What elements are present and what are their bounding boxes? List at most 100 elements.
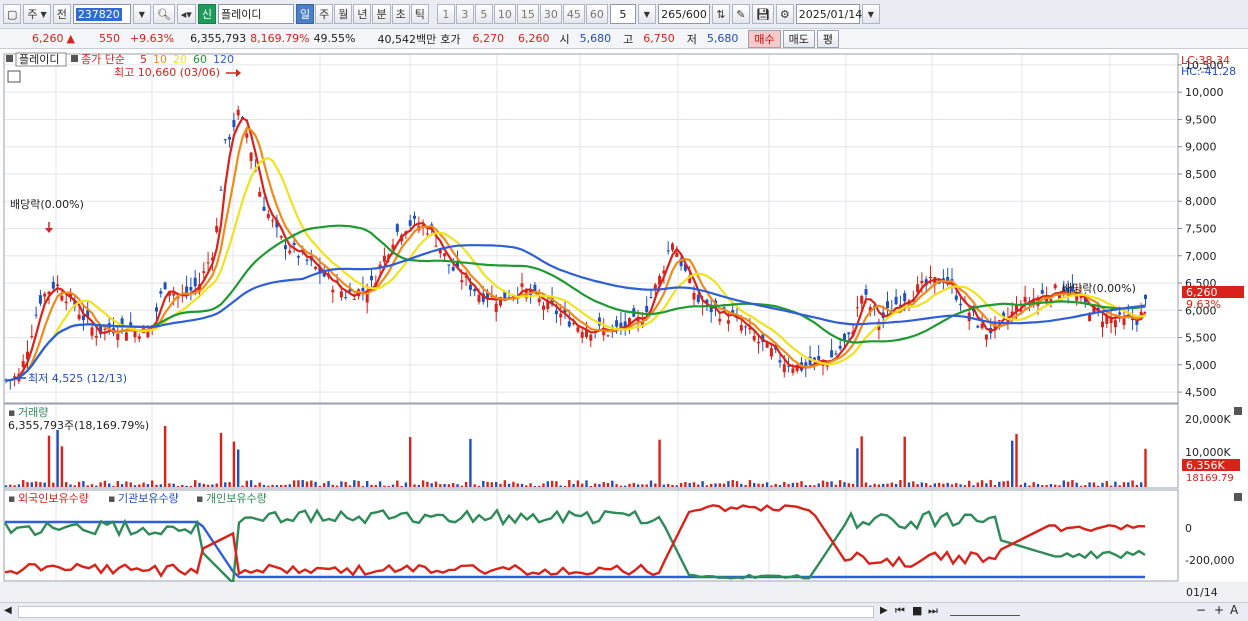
volume-bar xyxy=(56,429,59,487)
tab-tick[interactable]: 틱 xyxy=(410,4,429,24)
volume-bar xyxy=(1109,485,1113,487)
volume-bar xyxy=(335,485,339,487)
volume-bar xyxy=(146,484,150,487)
stop-icon[interactable]: ■ xyxy=(912,604,922,617)
speaker-icon[interactable]: ◂▾ xyxy=(176,4,196,24)
tab-week[interactable]: 주 xyxy=(315,4,334,24)
volume-bar xyxy=(151,480,154,487)
chart-scrollbar[interactable]: ◀ ▶ ⏮ ■ ⏭ − + A xyxy=(0,602,1248,621)
code-dropdown-button[interactable]: ▼ xyxy=(132,4,151,24)
volume-bar xyxy=(942,483,945,487)
candle-body xyxy=(30,336,34,338)
chart-area[interactable]: 10,500 10,000 9,500 9,000 8,500 8,000 7,500 7,0… xyxy=(0,50,1248,621)
volume-bar xyxy=(1079,485,1083,487)
holdings-marker2-icon: ▪ xyxy=(108,492,115,505)
candle-body xyxy=(81,315,85,321)
candle-body xyxy=(292,242,296,245)
sell-button[interactable]: 매도 xyxy=(782,29,815,48)
candle-body xyxy=(245,133,249,138)
calendar-dropdown[interactable]: ▼ xyxy=(861,4,880,24)
scroll-right-icon[interactable]: ▶ xyxy=(880,605,888,616)
save-icon[interactable]: 💾︎ xyxy=(751,4,774,24)
stock-chart-svg[interactable]: 10,50010,0009,5009,0008,5008,0007,5007,0… xyxy=(0,50,1248,602)
zoom-out-icon[interactable]: − xyxy=(1196,603,1206,617)
volume-bar xyxy=(1144,448,1147,487)
grid-table-icon[interactable] xyxy=(7,70,21,83)
period-type-select[interactable]: 주 ▼ xyxy=(23,4,51,24)
tab-year[interactable]: 년 xyxy=(353,4,372,24)
volume-bar xyxy=(430,483,433,487)
candle-body xyxy=(791,368,795,373)
prev-button[interactable]: 전 xyxy=(52,4,71,24)
tab-day[interactable]: 일 xyxy=(295,4,315,24)
chart-settings-icon[interactable]: ⇅ xyxy=(711,4,730,24)
gear-icon[interactable]: ⚙ xyxy=(775,4,794,24)
candle-body xyxy=(370,275,373,281)
stock-code-input[interactable]: 237820 xyxy=(72,4,131,24)
volume-bar xyxy=(159,484,162,487)
scroll-track[interactable] xyxy=(18,606,874,618)
interval-60[interactable]: 60 xyxy=(585,4,608,24)
tab-month[interactable]: 월 xyxy=(334,4,353,24)
volume-bar xyxy=(176,485,180,487)
interval-1[interactable]: 1 xyxy=(436,4,455,24)
y-tick-label: 7,500 xyxy=(1185,223,1217,236)
interval-5[interactable]: 5 xyxy=(474,4,493,24)
volume-bar xyxy=(576,480,580,487)
auto-scale-icon[interactable]: A xyxy=(1230,603,1238,617)
candle-body xyxy=(477,294,481,302)
volume-bar xyxy=(133,485,137,487)
candle-body xyxy=(77,314,81,320)
volume-bar xyxy=(563,485,567,487)
candle-body xyxy=(671,243,674,251)
volume-bar xyxy=(172,483,175,487)
volume-bar xyxy=(968,480,971,487)
volume-bar xyxy=(989,480,992,487)
volume-bar xyxy=(516,483,519,487)
volume-close-icon[interactable] xyxy=(1234,407,1242,415)
volume-bar xyxy=(619,485,623,487)
interval-45[interactable]: 45 xyxy=(562,4,585,24)
volume-bar xyxy=(778,485,782,487)
volume-bar xyxy=(69,484,72,487)
tab-minute[interactable]: 분 xyxy=(372,4,391,24)
volume-bar xyxy=(533,485,537,487)
volume-bar xyxy=(1105,481,1108,487)
candle-body xyxy=(567,321,571,327)
rewind-icon[interactable]: ⏮ xyxy=(895,604,905,618)
candle-body xyxy=(271,220,275,222)
candle-body xyxy=(258,191,262,197)
volume-bar xyxy=(671,484,674,487)
fast-forward-icon[interactable]: ⏭ xyxy=(928,604,938,618)
candle-body xyxy=(232,119,236,128)
interval-dropdown[interactable]: ▼ xyxy=(637,4,656,24)
interval-10[interactable]: 10 xyxy=(493,4,516,24)
volume: 6,355,793 xyxy=(190,32,247,45)
volume-bar xyxy=(254,485,257,487)
volume-bar xyxy=(357,480,360,487)
eval-button[interactable]: 평 xyxy=(816,29,839,48)
buy-button[interactable]: 매수 xyxy=(748,29,781,48)
candle-body xyxy=(262,206,266,211)
legend-ma-120: 120 xyxy=(213,53,234,66)
bid-price-2: 6,260 xyxy=(518,32,550,45)
interval-3[interactable]: 3 xyxy=(455,4,474,24)
count-input[interactable]: 265/600 xyxy=(657,4,710,24)
holdings-close-icon[interactable] xyxy=(1234,493,1242,501)
date-input[interactable]: 2025/01/14 xyxy=(795,4,862,24)
tab-second[interactable]: 초 xyxy=(391,4,410,24)
window-menu-icon[interactable]: ▢ xyxy=(3,4,22,24)
volume-bar xyxy=(138,484,141,487)
search-icon[interactable]: 🔍︎ xyxy=(152,4,175,24)
draw-tool-icon[interactable]: ✎ xyxy=(731,4,750,24)
zoom-in-icon[interactable]: + xyxy=(1214,603,1224,617)
interval-15[interactable]: 15 xyxy=(516,4,539,24)
volume-bar xyxy=(740,483,743,487)
volume-bar xyxy=(1054,484,1057,487)
volume-bar xyxy=(920,482,924,487)
interval-30[interactable]: 30 xyxy=(539,4,562,24)
zoom-slider-icon[interactable] xyxy=(950,606,1020,616)
interval-input[interactable]: 5 xyxy=(609,4,636,24)
candle-body xyxy=(1053,284,1057,289)
scroll-left-icon[interactable]: ◀ xyxy=(4,605,12,616)
